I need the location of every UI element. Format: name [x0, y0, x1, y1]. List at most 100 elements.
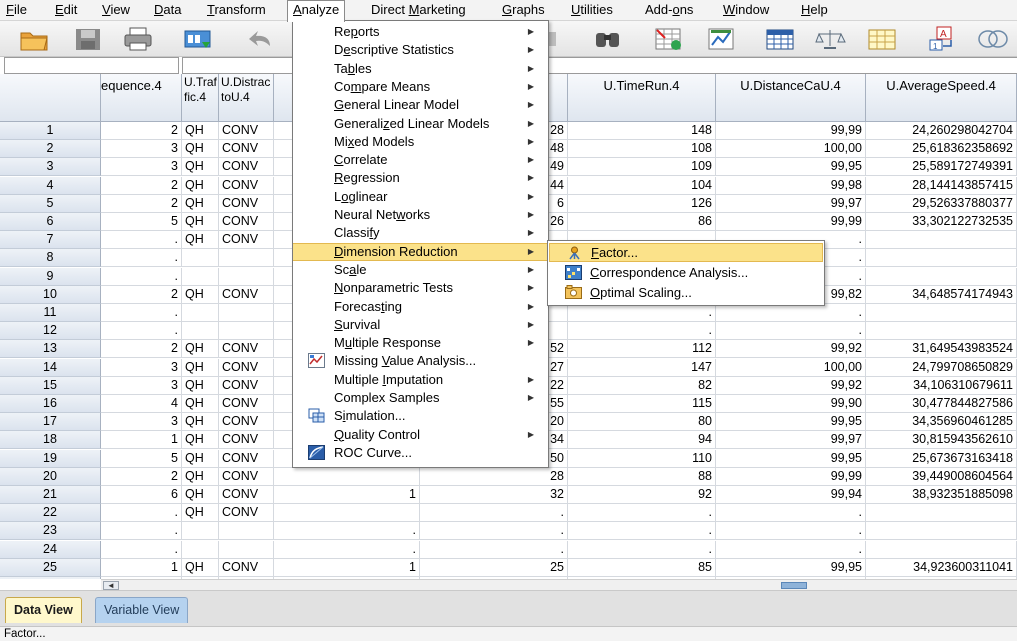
table-cell[interactable]: CONV — [219, 413, 274, 431]
table-cell[interactable] — [866, 504, 1017, 522]
table-cell[interactable] — [182, 522, 219, 540]
menu-utilities[interactable]: Utilities — [571, 3, 613, 17]
table-cell[interactable]: . — [101, 322, 182, 340]
menu-item-scale[interactable]: Scale ▶ — [293, 261, 548, 279]
table-cell[interactable]: 108 — [568, 140, 716, 158]
table-cell[interactable]: . — [716, 304, 866, 322]
table-cell[interactable]: 3 — [101, 359, 182, 377]
table-cell[interactable]: QH — [182, 468, 219, 486]
table-cell[interactable]: 38,932351885098 — [866, 486, 1017, 504]
table-cell[interactable]: QH — [182, 195, 219, 213]
table-cell[interactable]: 34,923600311041 — [866, 559, 1017, 577]
menu-item-reports[interactable]: Reports ▶ — [293, 23, 548, 41]
table-cell[interactable]: 2 — [101, 122, 182, 140]
table-cell[interactable]: QH — [182, 122, 219, 140]
table-cell[interactable]: 5 — [101, 213, 182, 231]
table-cell[interactable]: 25,618362358692 — [866, 140, 1017, 158]
recall-dialog-icon[interactable] — [182, 24, 214, 54]
table-cell[interactable]: 126 — [568, 195, 716, 213]
table-cell[interactable]: CONV — [219, 286, 274, 304]
table-cell[interactable]: 34,106310679611 — [866, 377, 1017, 395]
table-cell[interactable]: 92 — [568, 486, 716, 504]
table-cell[interactable]: . — [568, 541, 716, 559]
table-cell[interactable]: . — [420, 504, 568, 522]
table-cell[interactable] — [182, 268, 219, 286]
menu-item-generalized-linear-models[interactable]: Generalized Linear Models ▶ — [293, 115, 548, 133]
table-cell[interactable]: 34,356960461285 — [866, 413, 1017, 431]
table-cell[interactable]: CONV — [219, 140, 274, 158]
table-cell[interactable] — [182, 322, 219, 340]
table-cell[interactable]: 2 — [101, 195, 182, 213]
value-labels-icon[interactable]: A1 — [926, 24, 958, 54]
split-file-icon[interactable] — [764, 24, 796, 54]
scroll-left-arrow-icon[interactable]: ◄ — [103, 581, 119, 590]
table-cell[interactable]: 100,00 — [716, 140, 866, 158]
table-cell[interactable]: 25,673673163418 — [866, 450, 1017, 468]
table-cell[interactable] — [219, 541, 274, 559]
table-cell[interactable]: 28 — [420, 468, 568, 486]
row-header[interactable]: 26 — [0, 577, 101, 579]
table-cell[interactable]: . — [274, 522, 420, 540]
column-header[interactable]: U.Traffic.4 — [182, 74, 219, 122]
table-cell[interactable]: 115 — [568, 395, 716, 413]
submenu-item-factor[interactable]: Factor... — [549, 243, 823, 262]
menu-edit[interactable]: Edit — [55, 3, 77, 17]
table-cell[interactable]: CONV — [219, 195, 274, 213]
table-cell[interactable]: CONV — [219, 340, 274, 358]
row-header[interactable]: 18 — [0, 431, 101, 449]
table-cell[interactable]: . — [568, 304, 716, 322]
table-cell[interactable]: QH — [182, 140, 219, 158]
column-header[interactable]: equence.4 — [101, 74, 182, 122]
table-cell[interactable]: 86 — [568, 213, 716, 231]
column-header[interactable]: U.DistanceCaU.4 — [716, 74, 866, 122]
table-cell[interactable]: 112 — [568, 340, 716, 358]
table-cell[interactable] — [219, 322, 274, 340]
table-cell[interactable]: CONV — [219, 450, 274, 468]
menu-file[interactable]: File — [6, 3, 27, 17]
menu-item-survival[interactable]: Survival ▶ — [293, 316, 548, 334]
menu-graphs[interactable]: Graphs — [502, 3, 545, 17]
row-header[interactable]: 3 — [0, 158, 101, 176]
table-cell[interactable]: CONV — [219, 486, 274, 504]
table-cell[interactable] — [274, 504, 420, 522]
menu-data[interactable]: Data — [154, 3, 181, 17]
table-cell[interactable]: 3 — [101, 377, 182, 395]
row-header[interactable]: 13 — [0, 340, 101, 358]
row-header[interactable]: 19 — [0, 450, 101, 468]
save-icon[interactable] — [72, 24, 104, 54]
use-sets-icon[interactable] — [976, 24, 1008, 54]
undo-icon[interactable] — [246, 24, 278, 54]
table-cell[interactable]: 3 — [101, 158, 182, 176]
table-cell[interactable]: 2 — [101, 286, 182, 304]
menu-item-neural-networks[interactable]: Neural Networks ▶ — [293, 206, 548, 224]
table-cell[interactable]: . — [101, 231, 182, 249]
table-cell[interactable]: 99,92 — [716, 377, 866, 395]
table-cell[interactable]: QH — [182, 377, 219, 395]
table-cell[interactable] — [866, 541, 1017, 559]
table-cell[interactable]: CONV — [219, 231, 274, 249]
table-cell[interactable]: 99,99 — [716, 213, 866, 231]
column-header[interactable]: U.AverageSpeed.4 — [866, 74, 1017, 122]
menu-item-multiple-imputation[interactable]: Multiple Imputation ▶ — [293, 371, 548, 389]
table-cell[interactable]: CONV — [219, 395, 274, 413]
menu-item-missing-value-analysis[interactable]: Missing Value Analysis... — [293, 352, 548, 370]
table-cell[interactable]: . — [716, 322, 866, 340]
table-cell[interactable]: 1 — [274, 559, 420, 577]
table-cell[interactable]: 31,649543983524 — [866, 340, 1017, 358]
table-cell[interactable]: 1 — [274, 486, 420, 504]
column-header[interactable]: U.DistractoU.4 — [219, 74, 274, 122]
table-cell[interactable]: CONV — [219, 359, 274, 377]
table-cell[interactable]: 30,815943562610 — [866, 431, 1017, 449]
menu-window[interactable]: Window — [723, 3, 769, 17]
table-cell[interactable]: 100,00 — [716, 359, 866, 377]
table-cell[interactable]: . — [101, 504, 182, 522]
table-cell[interactable]: . — [101, 249, 182, 267]
table-cell[interactable]: 2 — [101, 468, 182, 486]
table-cell[interactable]: QH — [182, 231, 219, 249]
table-cell[interactable]: QH — [182, 359, 219, 377]
table-cell[interactable]: 25,589172749391 — [866, 158, 1017, 176]
table-cell[interactable]: 99,90 — [716, 395, 866, 413]
table-cell[interactable]: QH — [182, 213, 219, 231]
row-header[interactable]: 11 — [0, 304, 101, 322]
table-cell[interactable]: . — [420, 522, 568, 540]
